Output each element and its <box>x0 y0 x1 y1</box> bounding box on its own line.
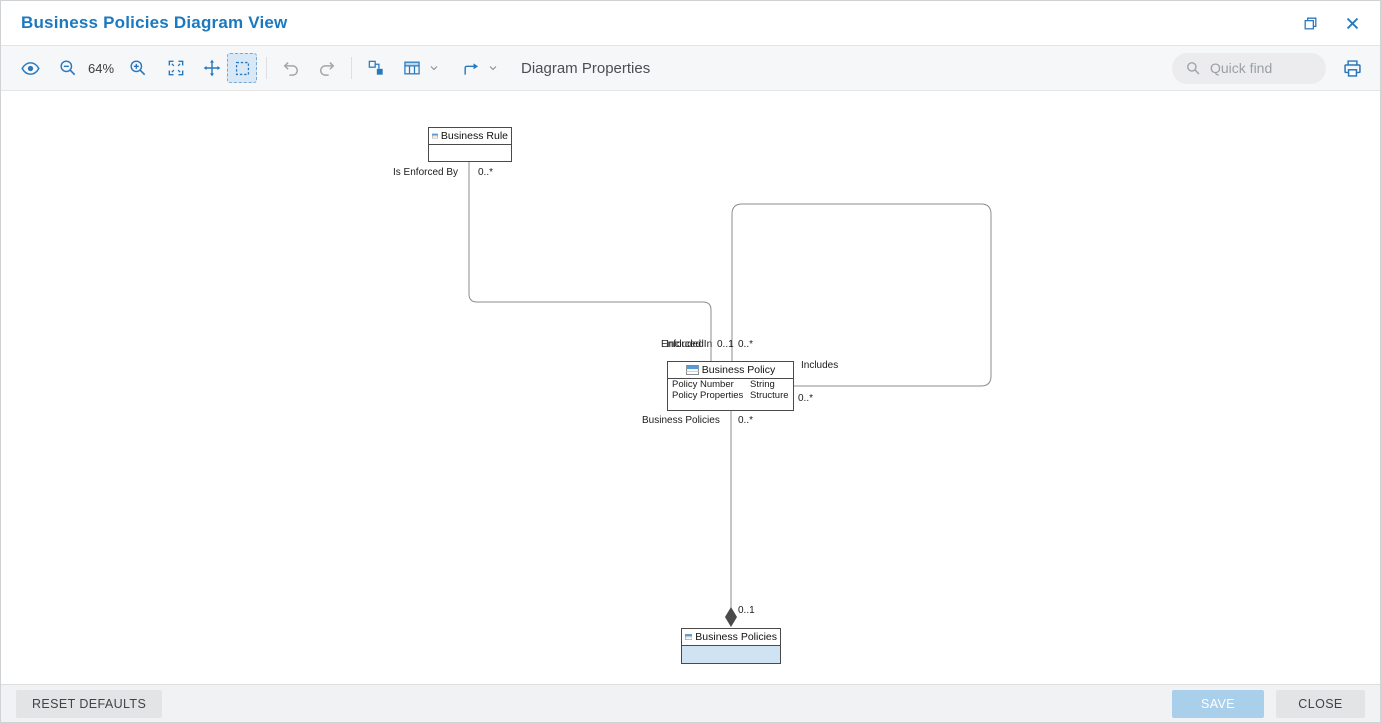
quick-find-box[interactable] <box>1172 53 1326 84</box>
entity-style-button[interactable] <box>397 53 427 83</box>
undo-icon <box>281 58 301 78</box>
entity-style-dropdown[interactable] <box>428 61 442 75</box>
entity-icon <box>685 632 692 642</box>
marquee-select-icon <box>233 59 252 78</box>
entity-body: Policy Number String Policy Properties S… <box>668 379 793 401</box>
visibility-button[interactable] <box>15 53 45 83</box>
attribute-type: String <box>750 379 789 390</box>
cardinality-includes: 0..* <box>798 393 813 405</box>
close-button[interactable]: CLOSE <box>1276 690 1365 718</box>
connector-style-group <box>456 53 501 83</box>
relationship-label-includes: Includes <box>801 360 838 372</box>
entity-business-policy-header: Business Policy <box>668 362 793 379</box>
diamond-arrowhead <box>725 607 737 627</box>
cardinality-enforced-in: 0..1 <box>717 339 734 351</box>
auto-layout-icon <box>366 58 386 78</box>
redo-icon <box>317 58 337 78</box>
attribute-row: Policy Properties Structure <box>668 390 793 401</box>
connector-enforced-in[interactable] <box>469 162 711 361</box>
diagram-properties-button[interactable]: Diagram Properties <box>521 60 650 77</box>
business-policies-diagram-dialog: Business Policies Diagram View <box>0 0 1381 723</box>
entity-business-rule-header: Business Rule <box>429 128 511 145</box>
auto-layout-button[interactable] <box>361 53 391 83</box>
connector-style-button[interactable] <box>456 53 486 83</box>
toolbar-separator <box>266 57 267 79</box>
cardinality-bottom: 0..1 <box>738 605 755 617</box>
restore-window-icon <box>1302 15 1319 32</box>
search-icon <box>1184 59 1202 77</box>
chevron-down-icon <box>487 62 499 74</box>
table-icon <box>402 58 422 78</box>
move-icon <box>202 58 222 78</box>
dialog-footer: RESET DEFAULTS SAVE CLOSE <box>1 684 1380 722</box>
zoom-out-button[interactable] <box>53 53 83 83</box>
entity-business-policy[interactable]: Business Policy Policy Number String Pol… <box>667 361 794 411</box>
restore-window-button[interactable] <box>1296 9 1324 37</box>
print-button[interactable] <box>1338 54 1366 82</box>
fit-to-screen-button[interactable] <box>161 53 191 83</box>
close-dialog-button[interactable] <box>1338 9 1366 37</box>
relationship-label-business-policies: Business Policies <box>642 415 720 427</box>
eye-icon <box>20 58 41 79</box>
relationship-label-included: Included <box>666 339 704 351</box>
cardinality-included: 0..* <box>738 339 753 351</box>
entity-style-group <box>397 53 442 83</box>
diagram-toolbar: 64% <box>1 46 1380 91</box>
connector-includes-self-loop[interactable] <box>732 204 991 386</box>
entity-business-policies[interactable]: Business Policies <box>681 628 781 664</box>
titlebar: Business Policies Diagram View <box>1 1 1380 46</box>
footer-right-actions: SAVE CLOSE <box>1172 690 1365 718</box>
quick-find-input[interactable] <box>1210 60 1310 76</box>
chevron-down-icon <box>428 62 440 74</box>
attribute-row: Policy Number String <box>668 379 793 390</box>
zoom-in-button[interactable] <box>123 53 153 83</box>
titlebar-actions <box>1296 9 1366 37</box>
cardinality-business-policies: 0..* <box>738 415 753 427</box>
toolbar-right <box>1172 53 1366 84</box>
entity-title: Business Policies <box>695 631 777 643</box>
zoom-out-icon <box>58 58 78 78</box>
attribute-type: Structure <box>750 390 789 401</box>
attribute-name: Policy Number <box>672 379 750 390</box>
page-title: Business Policies Diagram View <box>21 13 287 33</box>
entity-business-policies-header: Business Policies <box>682 629 780 646</box>
reset-defaults-button[interactable]: RESET DEFAULTS <box>16 690 162 718</box>
entity-icon <box>432 131 438 141</box>
close-icon <box>1344 15 1361 32</box>
connector-icon <box>461 58 481 78</box>
entity-body <box>429 145 511 160</box>
save-button[interactable]: SAVE <box>1172 690 1264 718</box>
zoom-in-icon <box>128 58 148 78</box>
toolbar-separator <box>351 57 352 79</box>
pan-tool-button[interactable] <box>197 53 227 83</box>
diagram-canvas[interactable]: Business Rule Business Policy Policy Num… <box>1 91 1380 684</box>
entity-title: Business Policy <box>702 364 776 376</box>
print-icon <box>1342 58 1363 79</box>
redo-button[interactable] <box>312 53 342 83</box>
marquee-select-button[interactable] <box>227 53 257 83</box>
attribute-name: Policy Properties <box>672 390 750 401</box>
entity-body <box>682 646 780 663</box>
cardinality-is-enforced-by: 0..* <box>478 167 493 179</box>
zoom-level-value: 64% <box>85 61 117 76</box>
connector-style-dropdown[interactable] <box>487 61 501 75</box>
entity-icon <box>686 365 699 375</box>
entity-title: Business Rule <box>441 130 508 142</box>
entity-business-rule[interactable]: Business Rule <box>428 127 512 162</box>
undo-button[interactable] <box>276 53 306 83</box>
relationship-label-is-enforced-by: Is Enforced By <box>393 167 458 179</box>
fit-to-screen-icon <box>166 58 186 78</box>
